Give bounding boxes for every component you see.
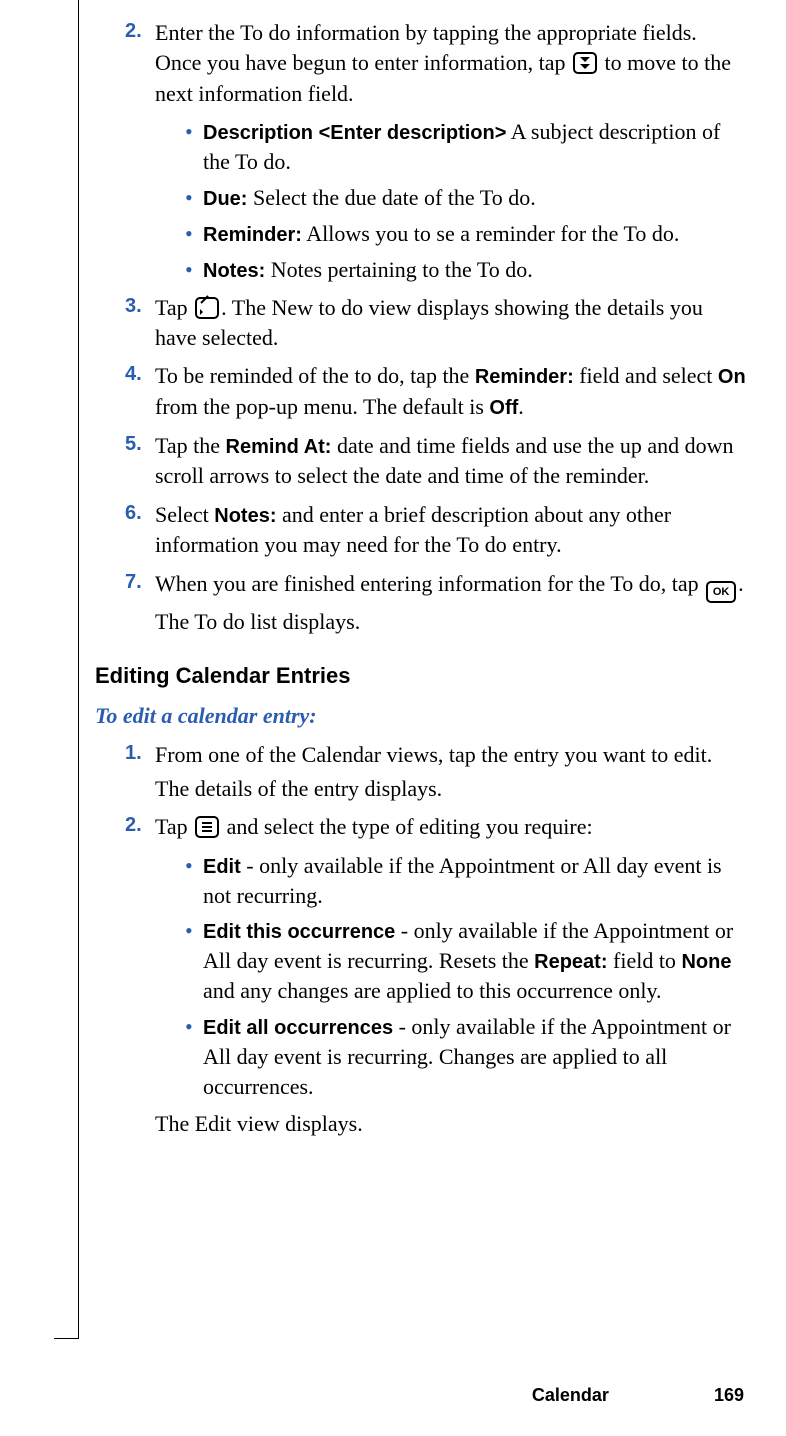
step-text: . bbox=[738, 571, 744, 596]
step-body: Tap and select the type of editing you r… bbox=[155, 812, 746, 842]
step-2: 2. Enter the To do information by tappin… bbox=[95, 18, 746, 117]
pen-icon bbox=[195, 297, 219, 319]
ui-label: Edit all occurrences bbox=[203, 1017, 393, 1039]
step-text: . bbox=[518, 394, 524, 419]
ui-label: Reminder: bbox=[475, 366, 574, 388]
step-number: 3. bbox=[125, 293, 155, 321]
step-2-sublist: Description <Enter description> A subjec… bbox=[185, 117, 746, 285]
step-text: To be reminded of the to do, tap the bbox=[155, 363, 475, 388]
step-7: 7. When you are finished entering inform… bbox=[95, 569, 746, 645]
section-heading-editing: Editing Calendar Entries bbox=[95, 661, 746, 691]
ui-label: Repeat: bbox=[534, 951, 607, 973]
menu-icon bbox=[195, 816, 219, 838]
ui-label: None bbox=[681, 951, 731, 973]
bullet-description: Description <Enter description> A subjec… bbox=[185, 117, 746, 177]
page-binding-rule bbox=[78, 0, 79, 1339]
step-body: Tap . The New to do view displays showin… bbox=[155, 293, 746, 354]
step-body: Select Notes: and enter a brief descript… bbox=[155, 500, 746, 561]
ui-label: Due: bbox=[203, 188, 247, 210]
step-body: When you are finished entering informati… bbox=[155, 569, 746, 637]
bullet-reminder: Reminder: Allows you to se a reminder fo… bbox=[185, 219, 746, 249]
ui-label: Notes: bbox=[214, 505, 276, 527]
ui-label: Edit bbox=[203, 856, 241, 878]
step-body: To be reminded of the to do, tap the Rem… bbox=[155, 361, 746, 422]
step-body: Tap the Remind At: date and time fields … bbox=[155, 431, 746, 492]
ui-label: Notes: bbox=[203, 260, 265, 282]
step-5: 5. Tap the Remind At: date and time fiel… bbox=[95, 431, 746, 500]
bullet-edit-this-occurrence: Edit this occurrence - only available if… bbox=[185, 916, 746, 1006]
step-number: 1. bbox=[125, 740, 155, 768]
edit-step-1: 1. From one of the Calendar views, tap t… bbox=[95, 740, 746, 813]
step-body: Enter the To do information by tapping t… bbox=[155, 18, 746, 109]
step-3: 3. Tap . The New to do view displays sho… bbox=[95, 293, 746, 362]
ui-label: Off bbox=[489, 397, 518, 419]
step-6: 6. Select Notes: and enter a brief descr… bbox=[95, 500, 746, 569]
bullet-text: Notes pertaining to the To do. bbox=[271, 257, 533, 282]
step-4: 4. To be reminded of the to do, tap the … bbox=[95, 361, 746, 430]
page-footer: Calendar 169 bbox=[0, 1385, 744, 1406]
footer-section: Calendar bbox=[532, 1385, 609, 1405]
step-number: 6. bbox=[125, 500, 155, 528]
edit-step-2-outro: The Edit view displays. bbox=[155, 1109, 746, 1139]
step-text: The details of the entry displays. bbox=[155, 774, 746, 804]
ui-label: Reminder: bbox=[203, 224, 302, 246]
step-text: When you are finished entering informati… bbox=[155, 571, 704, 596]
task-heading-edit-entry: To edit a calendar entry: bbox=[95, 701, 746, 731]
manual-page: 2. Enter the To do information by tappin… bbox=[0, 0, 786, 1436]
step-text: . The New to do view displays showing th… bbox=[155, 295, 703, 350]
step-text: The To do list displays. bbox=[155, 607, 746, 637]
step-number: 5. bbox=[125, 431, 155, 459]
bullet-text: field to bbox=[613, 948, 681, 973]
page-content: 2. Enter the To do information by tappin… bbox=[95, 18, 746, 1148]
bullet-text: - only available if the Appointment or A… bbox=[203, 853, 722, 908]
footer-page-number: 169 bbox=[714, 1385, 744, 1405]
step-text: and select the type of editing you requi… bbox=[227, 814, 593, 839]
next-field-icon bbox=[573, 52, 597, 74]
ui-label: On bbox=[718, 366, 746, 388]
step-text: from the pop-up menu. The default is bbox=[155, 394, 489, 419]
step-number: 2. bbox=[125, 18, 155, 46]
bullet-text: Allows you to se a reminder for the To d… bbox=[306, 221, 679, 246]
step-text: Select bbox=[155, 502, 214, 527]
step-text: field and select bbox=[579, 363, 718, 388]
step-number: 7. bbox=[125, 569, 155, 597]
step-text: Tap bbox=[155, 295, 193, 320]
step-text: Tap the bbox=[155, 433, 226, 458]
bullet-notes: Notes: Notes pertaining to the To do. bbox=[185, 255, 746, 285]
ui-label: Description <Enter description> bbox=[203, 122, 506, 144]
bullet-edit-all-occurrences: Edit all occurrences - only available if… bbox=[185, 1012, 746, 1101]
step-body: From one of the Calendar views, tap the … bbox=[155, 740, 746, 805]
bullet-edit: Edit - only available if the Appointment… bbox=[185, 851, 746, 911]
step-number: 2. bbox=[125, 812, 155, 840]
ui-label: Remind At: bbox=[226, 436, 332, 458]
edit-step-2: 2. Tap and select the type of editing yo… bbox=[95, 812, 746, 850]
bullet-due: Due: Select the due date of the To do. bbox=[185, 183, 746, 213]
step-text: From one of the Calendar views, tap the … bbox=[155, 740, 746, 770]
bullet-text: and any changes are applied to this occu… bbox=[203, 978, 662, 1003]
ui-label: Edit this occurrence bbox=[203, 921, 395, 943]
edit-step-2-sublist: Edit - only available if the Appointment… bbox=[185, 851, 746, 1102]
ok-icon: OK bbox=[706, 581, 736, 603]
step-text: Tap bbox=[155, 814, 193, 839]
step-number: 4. bbox=[125, 361, 155, 389]
bullet-text: Select the due date of the To do. bbox=[253, 185, 536, 210]
step-text: The Edit view displays. bbox=[155, 1111, 363, 1136]
